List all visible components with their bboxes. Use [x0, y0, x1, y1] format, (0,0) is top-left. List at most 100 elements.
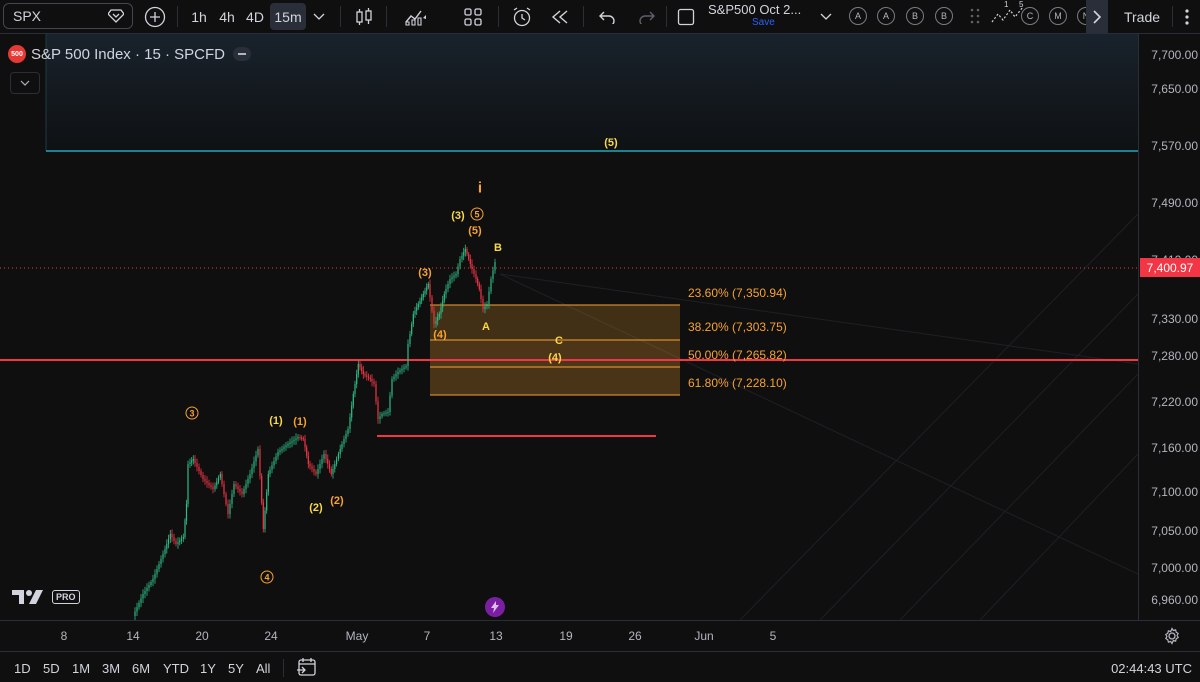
diamond-icon[interactable] — [108, 9, 124, 23]
interval-1h[interactable]: 1h — [184, 3, 214, 30]
fib-retracement[interactable] — [430, 304, 680, 396]
layout-button[interactable] — [674, 3, 698, 30]
more-button[interactable] — [1176, 3, 1198, 30]
chart-pane[interactable]: 500 S&P 500 Index · 15 · SPCFD (5) i (3)… — [0, 34, 1138, 620]
toolbar-scroll-right[interactable] — [1086, 0, 1108, 33]
candle-body — [136, 607, 138, 612]
alert-a2-button[interactable]: A — [877, 7, 895, 25]
candle-body — [473, 269, 475, 274]
alert-b-button[interactable]: B — [906, 7, 924, 25]
candle-body — [356, 374, 358, 384]
bottom-toolbar: 1D 5D 1M 3M 6M YTD 1Y 5Y All 02:44:43 UT… — [0, 651, 1200, 682]
candle-body — [490, 279, 492, 292]
templates-button[interactable] — [458, 3, 488, 30]
tv-logo-icon — [12, 590, 43, 604]
utc-clock[interactable]: 02:44:43 UTC — [1111, 661, 1192, 676]
range-1m[interactable]: 1M — [72, 661, 90, 676]
layout-dropdown[interactable] — [816, 3, 836, 30]
candle-body — [216, 481, 218, 486]
chart-settings-button[interactable] — [1163, 627, 1181, 650]
alarm-clock-icon — [513, 6, 531, 26]
candle-body — [411, 324, 413, 334]
candle-body — [419, 300, 421, 304]
candle-body — [405, 366, 407, 368]
undo-button[interactable] — [594, 3, 620, 30]
legend-dot-button[interactable] — [232, 47, 251, 61]
undo-icon — [599, 11, 615, 24]
candle-body — [154, 574, 156, 579]
candle-body — [289, 442, 291, 444]
candle-body — [461, 255, 463, 259]
candle-body — [200, 471, 202, 475]
candle-body — [349, 417, 351, 429]
alert-a-button[interactable]: A — [849, 7, 867, 25]
candle-body — [427, 284, 429, 288]
candle-body — [231, 494, 233, 504]
range-ytd[interactable]: YTD — [163, 661, 189, 676]
compare-m-button[interactable]: M — [1049, 7, 1067, 25]
replay-button[interactable] — [546, 3, 574, 30]
drag-handle[interactable] — [966, 0, 984, 33]
layout-name[interactable]: S&P500 Oct 2... Save — [708, 2, 828, 32]
interval-dropdown[interactable] — [308, 3, 330, 30]
rewind-icon — [551, 9, 568, 24]
range-6m[interactable]: 6M — [132, 661, 150, 676]
candle-body — [297, 437, 299, 439]
wave-label-C: C — [555, 335, 563, 347]
candle-body — [264, 510, 266, 529]
alert-button[interactable] — [508, 3, 536, 30]
range-5y[interactable]: 5Y — [228, 661, 244, 676]
candlesticks — [134, 244, 496, 620]
time-axis[interactable]: 8 14 20 24 May 7 13 19 26 Jun 5 — [0, 620, 1200, 651]
candle-body — [466, 249, 468, 254]
candle-body — [192, 459, 194, 461]
add-symbol-button[interactable] — [140, 3, 170, 30]
interval-15m[interactable]: 15m — [270, 3, 306, 30]
price-axis[interactable]: 7,700.00 7,650.00 7,570.00 7,490.00 7,41… — [1138, 34, 1200, 620]
range-1d[interactable]: 1D — [14, 661, 31, 676]
range-1y[interactable]: 1Y — [200, 661, 216, 676]
symbol-search[interactable]: SPX — [3, 3, 133, 29]
alert-b2-button[interactable]: B — [935, 7, 953, 25]
time-label: 13 — [489, 629, 503, 643]
goto-date-button[interactable] — [296, 657, 318, 682]
chevron-down-icon — [20, 80, 30, 86]
redo-button[interactable] — [634, 3, 660, 30]
wave-label-4-yellow: (4) — [548, 352, 562, 364]
pro-badge: PRO — [52, 590, 80, 604]
price-label: 7,700.00 — [1151, 48, 1198, 62]
indicators-button[interactable] — [396, 3, 436, 30]
candle-body — [475, 274, 477, 279]
candle-body — [262, 502, 264, 529]
range-3m[interactable]: 3M — [102, 661, 120, 676]
candle-body — [277, 452, 279, 457]
candle-body — [341, 444, 343, 449]
candle-body — [494, 262, 496, 271]
candle-body — [293, 439, 295, 442]
time-label: May — [345, 629, 369, 643]
candle-body — [375, 384, 377, 402]
legend-collapse-button[interactable] — [10, 72, 40, 94]
price-chart[interactable] — [0, 34, 1138, 620]
trade-button[interactable]: Trade — [1114, 3, 1170, 30]
wave-label-4-orange: (4) — [433, 329, 447, 341]
time-label: 7 — [423, 629, 431, 643]
candles-button[interactable] — [350, 3, 378, 30]
event-marker[interactable] — [485, 597, 505, 617]
candle-body — [257, 449, 259, 456]
compare-c-button[interactable]: C — [1021, 7, 1039, 25]
wave-label-5-circled: 5 — [470, 207, 484, 221]
range-5d[interactable]: 5D — [43, 661, 60, 676]
candle-body — [352, 394, 354, 406]
candle-body — [299, 437, 301, 438]
interval-4h[interactable]: 4h — [212, 3, 242, 30]
candle-body — [167, 539, 170, 544]
range-all[interactable]: All — [256, 661, 270, 676]
candle-body — [184, 520, 186, 537]
price-label: 7,100.00 — [1151, 485, 1198, 499]
interval-4d[interactable]: 4D — [240, 3, 270, 30]
candle-body — [152, 579, 154, 582]
candle-body — [235, 484, 237, 487]
candle-body — [271, 465, 273, 470]
series-legend[interactable]: 500 S&P 500 Index · 15 · SPCFD — [8, 45, 251, 63]
